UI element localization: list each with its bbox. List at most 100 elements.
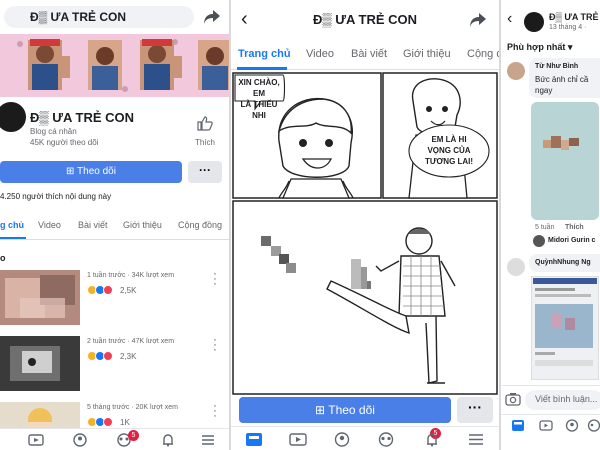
page-avatar[interactable]	[524, 12, 544, 32]
video-meta: 1 tuần trước · 34K lượt xem	[87, 272, 175, 279]
post-date: 13 tháng 4 ·	[549, 24, 587, 31]
bubble-2-line-2: VỌNG CỦA	[427, 146, 471, 155]
follow-label: Theo dõi	[77, 166, 116, 177]
tab-community[interactable]: Cộng đồng	[178, 220, 222, 230]
groups-icon[interactable]	[377, 432, 395, 447]
reply-preview[interactable]: Midori Gurin c	[548, 237, 595, 244]
video-thumbnail[interactable]	[0, 270, 80, 325]
reaction-count: 1K	[120, 418, 130, 427]
page-tabs: Trang chủ Video Bài viết Giới thiệu Cộng…	[231, 40, 499, 70]
notification-icon[interactable]	[160, 433, 176, 447]
comment-composer: Viết bình luận...	[501, 385, 600, 413]
menu-icon[interactable]	[200, 433, 216, 447]
tab-about[interactable]: Giới thiệu	[403, 48, 451, 60]
comments-screen: ‹ Đ▒ ƯA TRẺ CON 13 tháng 4 · Phù hợp nhấ…	[501, 0, 600, 450]
follower-count: 45K người theo dõi	[30, 138, 99, 147]
cover-pattern	[0, 34, 229, 97]
tab-video[interactable]: Video	[306, 48, 334, 60]
notification-badge: 5	[128, 430, 139, 441]
bottom-nav: 5	[0, 428, 229, 450]
reaction-count: 2,3K	[120, 352, 137, 361]
back-icon[interactable]: ‹	[507, 10, 512, 28]
profile-icon[interactable]	[333, 432, 351, 447]
comment-input[interactable]: Viết bình luận...	[525, 390, 600, 410]
page-profile-screen: Đ▒ ƯA TRẺ CON Đ▒ ƯA TRẺ CON Blog cá nhân…	[0, 0, 229, 450]
page-avatar[interactable]	[0, 100, 28, 134]
comment-time: 5 tuần	[535, 224, 555, 231]
feed-icon[interactable]	[511, 419, 525, 432]
video-options-icon[interactable]: · · ·	[212, 269, 218, 290]
notification-icon[interactable]	[423, 432, 441, 447]
follow-button[interactable]: ⊞ Theo dõi	[239, 397, 451, 423]
bottom-nav: 5	[231, 426, 499, 450]
bubble-2-line-1: EM LÀ HI	[431, 135, 467, 144]
commenter-name[interactable]: Từ Như Bình	[535, 63, 578, 70]
page-title: Đ▒ ƯA TRẺ CON	[549, 12, 600, 22]
video-options-icon[interactable]: · · ·	[212, 401, 218, 422]
post-detail-screen: ‹ Đ▒ ƯA TRẺ CON Trang chủ Video Bài viết…	[231, 0, 499, 450]
share-icon[interactable]	[203, 9, 221, 25]
top-bar: ‹ Đ▒ ƯA TRẺ CON	[231, 0, 499, 40]
tab-posts[interactable]: Bài viết	[78, 220, 108, 230]
comment-sort-dropdown[interactable]: Phù hợp nhất ▾	[507, 42, 572, 53]
tab-posts[interactable]: Bài viết	[351, 48, 387, 60]
comment-image[interactable]	[531, 102, 599, 220]
video-options-icon[interactable]: · · ·	[212, 335, 218, 356]
search-title: Đ▒ ƯA TRẺ CON	[30, 10, 127, 24]
follow-label: Theo dõi	[328, 403, 375, 417]
more-button[interactable]: ···	[188, 161, 222, 183]
tab-about[interactable]: Giới thiệu	[123, 220, 162, 230]
tab-community[interactable]: Cộng đ	[467, 48, 499, 60]
active-tab-indicator	[0, 237, 26, 239]
video-item[interactable]: 1 tuần trước · 34K lượt xem 2,5K · · ·	[0, 269, 229, 328]
bubble-2-line-3: TƯƠNG LAI!	[424, 157, 474, 166]
reaction-count: 2,5K	[120, 286, 137, 295]
video-thumbnail[interactable]	[0, 336, 80, 391]
more-button[interactable]: ···	[457, 397, 493, 423]
profile-icon[interactable]	[72, 433, 88, 447]
section-heading: o	[0, 253, 6, 263]
menu-icon[interactable]	[467, 432, 485, 447]
follow-icon: ⊞	[315, 403, 326, 417]
comment-screenshot-image[interactable]	[531, 276, 599, 380]
comment-like-link[interactable]: Thích	[565, 224, 584, 231]
camera-icon[interactable]	[505, 392, 521, 406]
top-bar: Đ▒ ƯA TRẺ CON	[0, 0, 229, 34]
follow-icon: ⊞	[66, 166, 75, 177]
video-icon[interactable]	[289, 432, 307, 447]
search-bar[interactable]: Đ▒ ƯA TRẺ CON	[4, 6, 194, 28]
commenter-name[interactable]: QuỳnhNhung Ng	[535, 259, 591, 266]
video-icon[interactable]	[539, 419, 553, 432]
comment-text-line: Bức ảnh chỉ cầ	[535, 75, 589, 84]
reply-avatar[interactable]	[533, 235, 545, 247]
love-reaction-icon	[103, 417, 113, 427]
like-icon	[197, 116, 213, 131]
feed-icon[interactable]	[245, 432, 263, 447]
video-item[interactable]: 2 tuần trước · 47K lượt xem 2,3K · · ·	[0, 335, 229, 394]
share-icon[interactable]	[469, 12, 487, 28]
video-meta: 2 tuần trước · 47K lượt xem	[87, 338, 175, 345]
page-title: Đ▒ ƯA TRẺ CON	[312, 12, 417, 27]
page-tabs: g chủ Video Bài viết Giới thiệu Cộng đồn…	[0, 210, 229, 240]
page-likes-text: 4.250 người thích nội dung này	[0, 192, 112, 201]
video-icon[interactable]	[28, 433, 44, 447]
commenter-avatar[interactable]	[507, 62, 525, 80]
groups-icon[interactable]	[587, 419, 600, 432]
commenter-avatar[interactable]	[507, 258, 525, 276]
like-label: Thích	[194, 138, 215, 147]
screenshot-collage: Đ▒ ƯA TRẺ CON Đ▒ ƯA TRẺ CON Blog cá nhân…	[0, 0, 600, 450]
video-meta: 5 tháng trước · 20K lượt xem	[87, 404, 178, 411]
cover-photo[interactable]	[0, 34, 229, 97]
follow-button[interactable]: ⊞ Theo dõi	[0, 161, 182, 183]
active-tab-indicator	[237, 67, 287, 70]
comic-image[interactable]: XIN CHÀO, EM LÀ THIẾU NHI EM LÀ HI VỌNG …	[231, 71, 499, 396]
page-category: Blog cá nhân	[30, 127, 77, 136]
tab-home[interactable]: g chủ	[0, 220, 24, 230]
bubble-1-line-2: LÀ THIẾU NHI	[240, 100, 278, 120]
profile-icon[interactable]	[565, 419, 579, 432]
tab-video[interactable]: Video	[38, 220, 61, 230]
bottom-nav	[501, 414, 600, 450]
tab-home[interactable]: Trang chủ	[238, 48, 291, 60]
page-name: Đ▒ ƯA TRẺ CON	[30, 110, 135, 125]
like-page-button[interactable]: Thích	[190, 116, 220, 147]
